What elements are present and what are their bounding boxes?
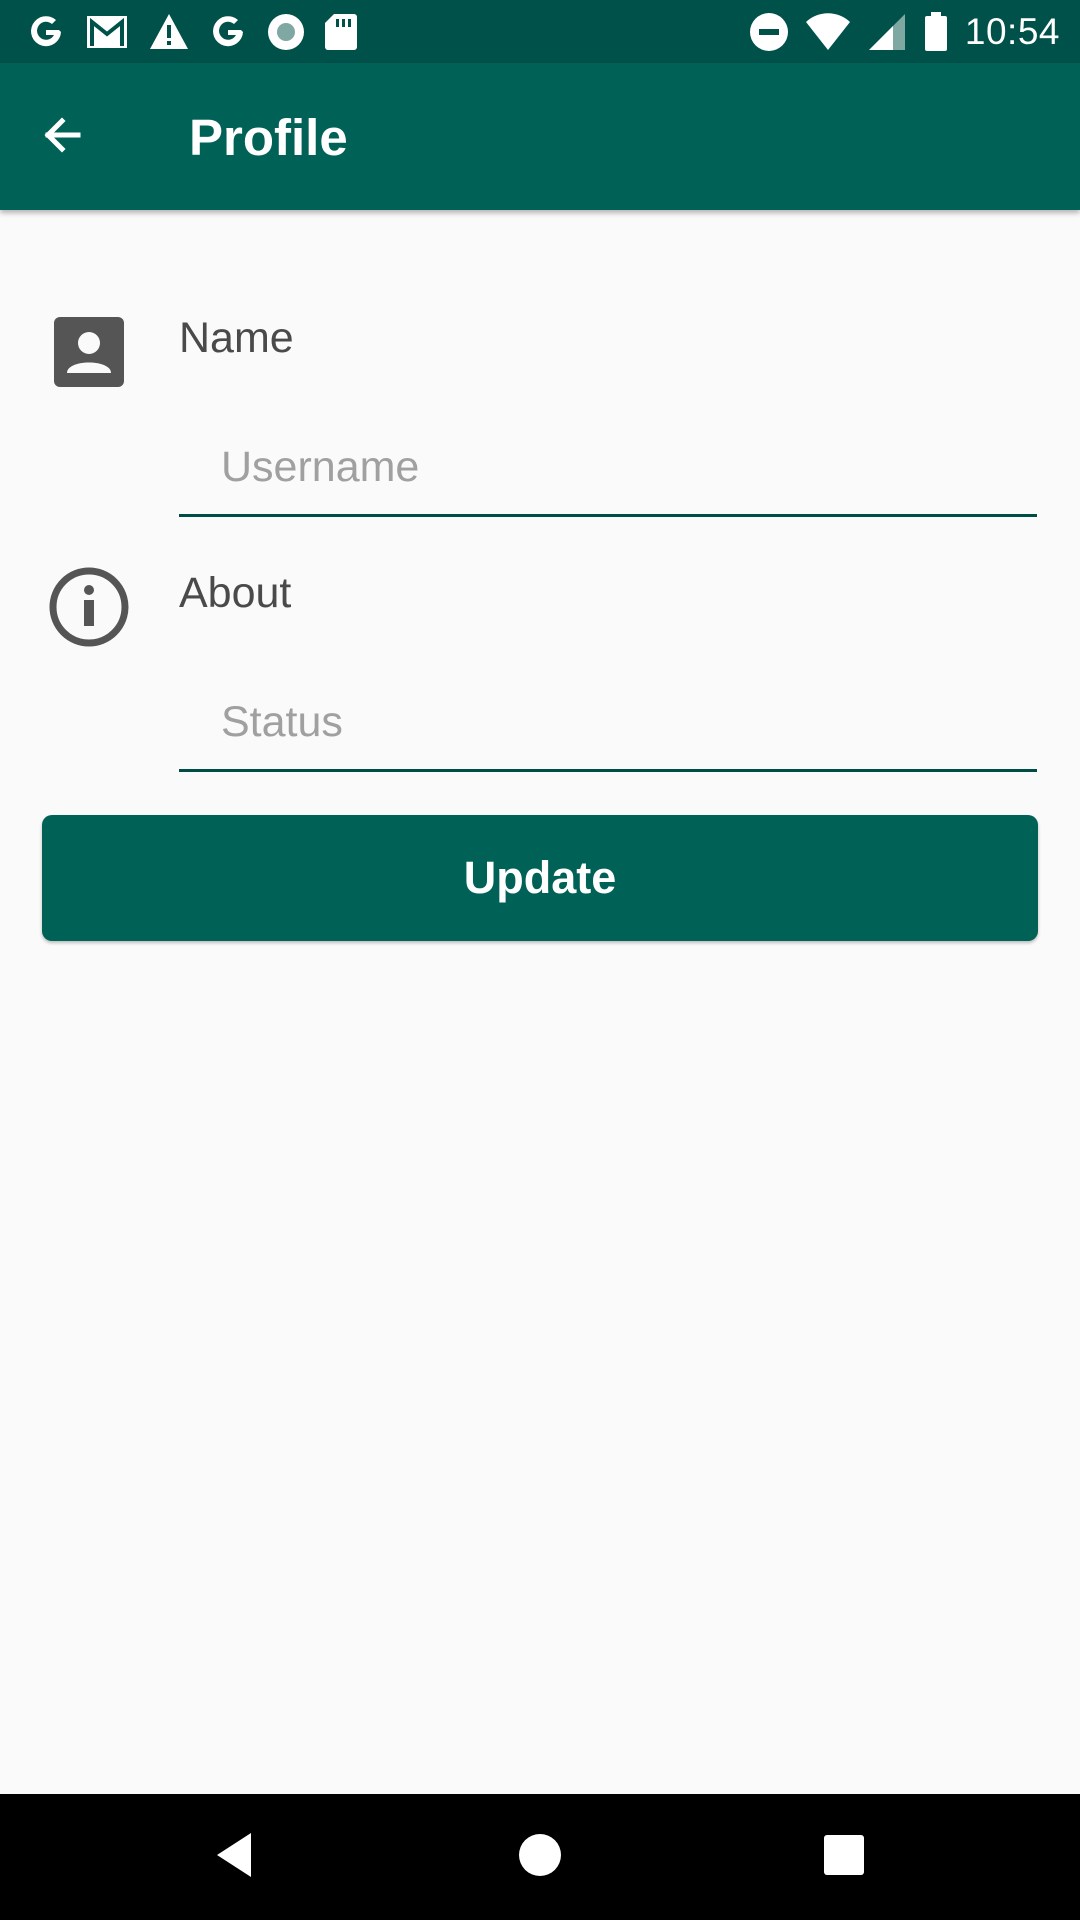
gmail-icon	[84, 12, 130, 52]
wifi-icon	[805, 12, 851, 52]
status-input[interactable]	[179, 676, 1037, 772]
name-label: Name	[179, 314, 294, 362]
navigation-bar	[0, 1794, 1080, 1920]
cell-signal-icon	[867, 12, 907, 52]
do-not-disturb-icon	[749, 12, 789, 52]
nav-home-button[interactable]	[497, 1814, 583, 1900]
back-triangle-icon	[211, 1830, 261, 1885]
battery-icon	[923, 12, 949, 52]
arrow-back-icon	[38, 111, 86, 164]
google-icon	[26, 12, 66, 52]
record-icon	[266, 12, 306, 52]
username-input[interactable]	[179, 421, 1037, 517]
nav-recents-button[interactable]	[801, 1814, 887, 1900]
status-bar: 10:54	[0, 0, 1080, 63]
app-bar: Profile	[0, 63, 1080, 210]
warning-icon	[148, 12, 190, 52]
home-circle-icon	[517, 1832, 563, 1883]
sd-card-icon	[324, 12, 358, 52]
nav-back-button[interactable]	[193, 1814, 279, 1900]
contact-card-icon	[47, 310, 131, 394]
system-icons: 10:54	[749, 10, 1060, 54]
back-button[interactable]	[30, 105, 94, 169]
update-button[interactable]: Update	[42, 815, 1038, 941]
recents-square-icon	[823, 1834, 865, 1881]
notification-icons	[26, 10, 358, 54]
google-icon	[208, 12, 248, 52]
page-title: Profile	[189, 109, 348, 166]
status-time: 10:54	[964, 11, 1060, 52]
about-label: About	[179, 569, 292, 617]
info-icon	[47, 565, 131, 649]
